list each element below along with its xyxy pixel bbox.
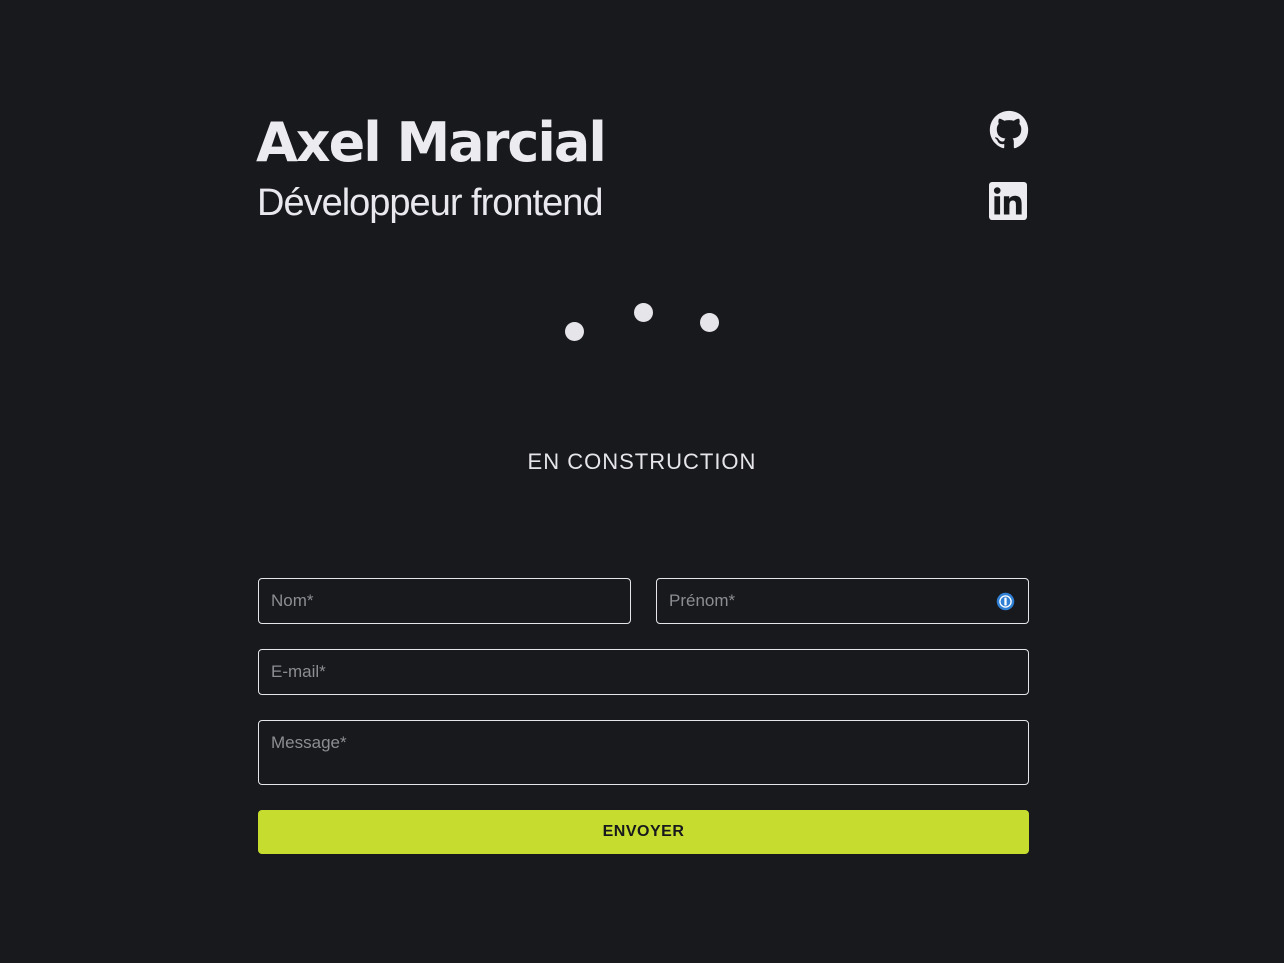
password-manager-icon[interactable] [996, 592, 1015, 611]
construction-status: EN CONSTRUCTION [527, 449, 757, 474]
submit-button[interactable]: ENVOYER [258, 810, 1029, 854]
nom-input[interactable] [258, 578, 631, 624]
linkedin-link[interactable] [989, 182, 1029, 222]
page-subtitle: Développeur frontend [257, 182, 603, 224]
loading-dot [634, 303, 653, 322]
email-input[interactable] [258, 649, 1029, 695]
message-textarea[interactable] [258, 720, 1029, 785]
page: Axel Marcial Développeur frontend EN CON… [0, 0, 1284, 963]
github-link[interactable] [989, 110, 1029, 150]
linkedin-icon [989, 182, 1027, 220]
loading-dot [700, 313, 719, 332]
prenom-input[interactable] [656, 578, 1029, 624]
loading-dot [565, 322, 584, 341]
page-title: Axel Marcial [256, 111, 607, 174]
github-icon [989, 110, 1029, 149]
